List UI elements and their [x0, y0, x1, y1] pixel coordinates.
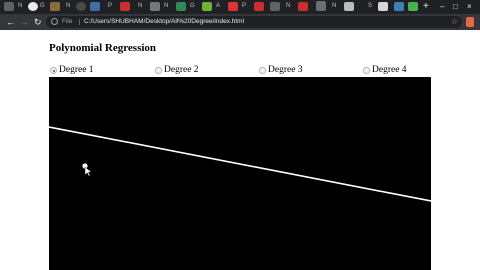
degree-1-label[interactable]: Degree 1: [59, 65, 94, 76]
tab-icon[interactable]: [202, 2, 212, 11]
file-scheme-label: File: [62, 18, 73, 25]
degree-2-label[interactable]: Degree 2: [164, 65, 199, 76]
tab-icon[interactable]: [378, 2, 388, 11]
maximize-button[interactable]: □: [453, 1, 458, 13]
back-arrow-icon[interactable]: ←: [6, 16, 15, 28]
browser-tab-strip: N G N P N N G A P N N S + – □ ×: [0, 0, 480, 14]
reload-icon[interactable]: ↻: [34, 16, 42, 28]
tab-favicon-label[interactable]: N: [18, 1, 22, 11]
tab-icon[interactable]: [150, 2, 160, 11]
tab-icon[interactable]: [4, 2, 14, 11]
tab-icon[interactable]: [394, 2, 404, 11]
regression-canvas[interactable]: [49, 77, 431, 270]
tab-favicon-label[interactable]: N: [164, 1, 168, 11]
tab-icon[interactable]: [90, 2, 100, 11]
info-icon[interactable]: [51, 18, 58, 25]
regression-line: [49, 126, 431, 202]
tab-icon[interactable]: [344, 2, 354, 11]
degree-4-label[interactable]: Degree 4: [372, 65, 407, 76]
tab-favicon-label[interactable]: P: [108, 1, 112, 11]
tab-icon[interactable]: [176, 2, 186, 11]
tab-favicon-label[interactable]: S: [368, 1, 372, 11]
extension-icon[interactable]: [466, 17, 474, 27]
close-window-button[interactable]: ×: [467, 1, 472, 13]
tab-icon[interactable]: [76, 2, 86, 11]
tab-favicon-label[interactable]: P: [242, 1, 246, 11]
address-bar[interactable]: File C:/Users/SHUBHAM/Desktop/All%20Degr…: [46, 16, 462, 28]
new-tab-button[interactable]: +: [423, 1, 429, 13]
degree-2-radio[interactable]: [155, 67, 162, 74]
tab-favicon-label[interactable]: G: [40, 1, 45, 11]
degree-1-radio[interactable]: [50, 67, 57, 74]
tab-icon[interactable]: [50, 2, 60, 11]
forward-arrow-icon[interactable]: →: [20, 16, 29, 28]
mouse-cursor-icon: [84, 166, 92, 177]
url-text[interactable]: C:/Users/SHUBHAM/Desktop/All%20Degree/in…: [84, 16, 244, 28]
page-title: Polynomial Regression: [49, 42, 157, 54]
tab-favicon-label[interactable]: N: [332, 1, 336, 11]
github-icon[interactable]: [28, 2, 38, 11]
youtube-icon[interactable]: [298, 2, 308, 11]
tab-favicon-label[interactable]: N: [66, 1, 70, 11]
bookmark-star-icon[interactable]: ☆: [451, 16, 458, 28]
browser-toolbar: ← → ↻ File C:/Users/SHUBHAM/Desktop/All%…: [0, 14, 480, 30]
url-divider: [79, 19, 80, 25]
regression-plot: [49, 126, 431, 202]
page-content: Polynomial Regression Degree 1 Degree 2 …: [0, 30, 480, 270]
degree-3-label[interactable]: Degree 3: [268, 65, 303, 76]
degree-4-radio[interactable]: [363, 67, 370, 74]
degree-3-radio[interactable]: [259, 67, 266, 74]
active-tab[interactable]: [316, 1, 326, 11]
tab-favicon-label[interactable]: G: [190, 1, 195, 11]
tab-icon[interactable]: [408, 2, 418, 11]
tab-favicon-label[interactable]: N: [286, 1, 290, 11]
youtube-icon[interactable]: [120, 2, 130, 11]
youtube-icon[interactable]: [254, 2, 264, 11]
tab-icon[interactable]: [228, 2, 238, 11]
tab-favicon-label[interactable]: A: [216, 1, 220, 11]
tab-favicon-label[interactable]: N: [138, 1, 142, 11]
tab-icon[interactable]: [270, 2, 280, 11]
minimize-button[interactable]: –: [440, 1, 444, 13]
